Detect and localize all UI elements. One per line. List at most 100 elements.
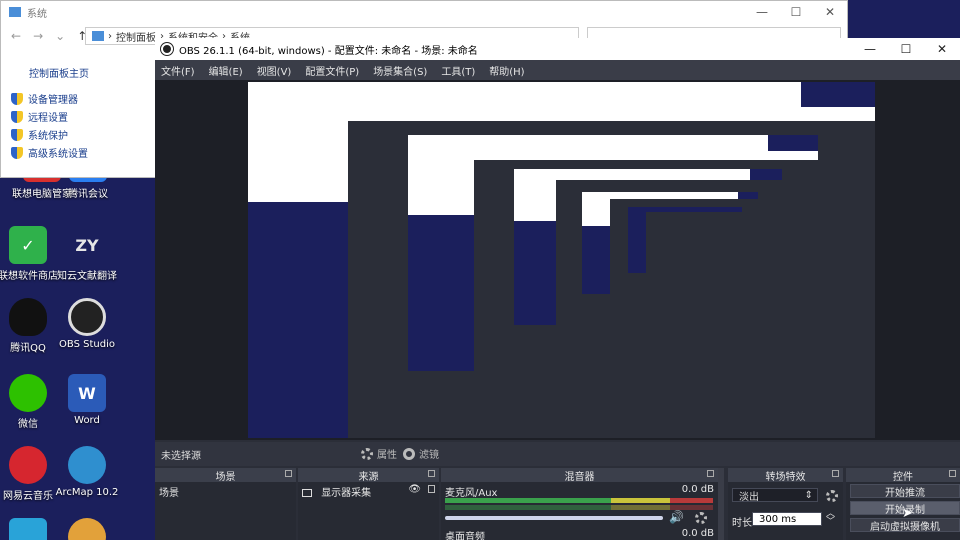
- arcmap-globe-icon: [68, 446, 106, 484]
- remote-settings-link[interactable]: 远程设置: [11, 109, 68, 124]
- menu-scene-collection[interactable]: 场景集合(S): [373, 63, 427, 78]
- device-manager-link[interactable]: 设备管理器: [11, 91, 78, 106]
- nested-obs-window: [348, 107, 875, 438]
- obs-preview[interactable]: [155, 80, 960, 440]
- system-protection-link[interactable]: 系统保护: [11, 127, 68, 142]
- mixer-dock-header: 混音器: [441, 468, 718, 483]
- minimize-button[interactable]: —: [852, 38, 888, 60]
- mixer-channel-mic: 麦克风/Aux 0.0 dB 🔊: [441, 482, 718, 528]
- qq-penguin-icon: [9, 298, 47, 336]
- maximize-button[interactable]: ☐: [779, 1, 813, 23]
- mouse-cursor-icon: ➤: [902, 506, 913, 521]
- desktop-icon-partial-2[interactable]: [45, 518, 129, 540]
- obs-logo-icon: [68, 298, 106, 336]
- eye-icon[interactable]: 👁: [408, 484, 421, 495]
- close-button[interactable]: ✕: [924, 38, 960, 60]
- nested-obs-preview: [514, 169, 782, 325]
- menu-help[interactable]: 帮助(H): [489, 63, 524, 78]
- shield-icon: [11, 128, 23, 141]
- menu-file[interactable]: 文件(F): [161, 63, 195, 78]
- nested-obs-preview: [628, 207, 742, 273]
- system-icon: [9, 7, 21, 17]
- dock-float-icon[interactable]: [949, 470, 956, 477]
- desktop-icon-word[interactable]: W Word: [45, 374, 129, 426]
- shield-icon: [11, 92, 23, 105]
- folder-icon: [92, 31, 104, 41]
- nested-obs-titlebar: [474, 151, 818, 160]
- shield-icon: [11, 146, 23, 159]
- control-panel-home-link[interactable]: 控制面板主页: [29, 65, 89, 80]
- controls-dock-header: 控件: [846, 468, 960, 483]
- obs-titlebar: OBS 26.1.1 (64-bit, windows) - 配置文件: 未命名…: [155, 38, 960, 60]
- dropdown-chevron-icon[interactable]: ⌄: [55, 29, 65, 43]
- menu-tools[interactable]: 工具(T): [441, 63, 475, 78]
- obs-title: OBS 26.1.1 (64-bit, windows) - 配置文件: 未命名…: [179, 45, 478, 57]
- controls-dock: 控件 开始推流 开始录制 启动虚拟摄像机 ➤: [846, 468, 960, 540]
- monitor-icon: [302, 489, 312, 497]
- minimize-button[interactable]: —: [745, 1, 779, 23]
- obs-window-controls: — ☐ ✕: [852, 38, 960, 60]
- mixer-dock: 混音器 麦克风/Aux 0.0 dB 🔊 桌面音频 0.0 dB: [441, 468, 718, 540]
- nested-obs-preview: [582, 192, 758, 294]
- transition-select[interactable]: 淡出 ⇕: [732, 488, 818, 503]
- forward-arrow-icon[interactable]: →: [33, 29, 43, 43]
- obs-window: OBS 26.1.1 (64-bit, windows) - 配置文件: 未命名…: [155, 38, 960, 540]
- transitions-dock: 转场特效 淡出 ⇕ 时长 300 ms ︿ ﹀: [728, 468, 843, 540]
- desktop-icon-obs[interactable]: OBS Studio: [45, 298, 129, 350]
- desktop-icon-arcmap[interactable]: ArcMap 10.2: [45, 446, 129, 498]
- control-panel-titlebar: 系统: [1, 1, 847, 23]
- mixer-scrollbar[interactable]: [718, 468, 724, 540]
- speaker-icon[interactable]: 🔊: [669, 510, 684, 524]
- netease-music-icon: [9, 446, 47, 484]
- volume-meter: [445, 498, 713, 503]
- dock-float-icon[interactable]: [285, 470, 292, 477]
- shield-icon: [11, 110, 23, 123]
- nested-obs-window: [646, 212, 742, 273]
- scene-item[interactable]: 场景: [155, 482, 296, 501]
- control-panel-window-controls: — ☐ ✕: [745, 1, 847, 23]
- sources-dock: 来源 显示器采集 👁: [298, 468, 439, 540]
- dock-float-icon[interactable]: [707, 470, 714, 477]
- maximize-button[interactable]: ☐: [888, 38, 924, 60]
- mixer-channel-db: 0.0 dB: [681, 484, 714, 495]
- menu-edit[interactable]: 编辑(E): [209, 63, 243, 78]
- desktop-icon-zhiyun[interactable]: ZY 知云文献翻译: [45, 226, 129, 283]
- wechat-icon: [9, 374, 47, 412]
- breadcrumb-control-panel[interactable]: 控制面板: [116, 29, 156, 44]
- nested-obs-window: [610, 199, 758, 294]
- mixer-channel-name: 桌面音频: [445, 532, 485, 540]
- nested-obs-titlebar: [348, 107, 875, 121]
- word-icon: W: [68, 374, 106, 412]
- source-item[interactable]: 显示器采集 👁: [298, 482, 439, 501]
- scenes-dock: 场景 场景: [155, 468, 296, 540]
- nested-obs-window: [556, 180, 782, 325]
- zhiyun-icon: ZY: [75, 235, 99, 255]
- gear-icon[interactable]: [826, 490, 838, 502]
- chevron-updown-icon: ⇕: [804, 489, 813, 501]
- menu-profile[interactable]: 配置文件(P): [305, 63, 359, 78]
- preview-capture-image: [248, 82, 875, 438]
- nested-obs-window: [474, 151, 818, 371]
- advanced-settings-link[interactable]: 高级系统设置: [11, 145, 88, 160]
- filters-button[interactable]: 滤镜: [403, 446, 439, 461]
- menu-view[interactable]: 视图(V): [257, 63, 292, 78]
- obs-logo-icon: [161, 43, 173, 55]
- gear-icon[interactable]: [695, 512, 707, 524]
- gear-icon: [361, 447, 373, 460]
- close-button[interactable]: ✕: [813, 1, 847, 23]
- dock-float-icon[interactable]: [428, 470, 435, 477]
- back-arrow-icon[interactable]: ←: [11, 29, 21, 43]
- duration-label: 时长: [732, 518, 752, 529]
- dock-float-icon[interactable]: [832, 470, 839, 477]
- start-streaming-button[interactable]: 开始推流: [850, 484, 960, 499]
- stepper-icon[interactable]: ︿ ﹀: [826, 510, 835, 527]
- app-icon: [9, 518, 47, 540]
- duration-input[interactable]: 300 ms: [752, 512, 822, 526]
- volume-slider[interactable]: [445, 516, 663, 520]
- mixer-channel-desktop: 桌面音频 0.0 dB: [441, 528, 718, 540]
- properties-button[interactable]: 属性: [361, 446, 397, 461]
- lock-icon[interactable]: [428, 485, 435, 493]
- filter-icon: [403, 447, 415, 460]
- control-panel-sidebar: 控制面板主页 设备管理器 远程设置 系统保护 高级系统设置: [1, 51, 157, 177]
- sources-dock-header: 来源: [298, 468, 439, 483]
